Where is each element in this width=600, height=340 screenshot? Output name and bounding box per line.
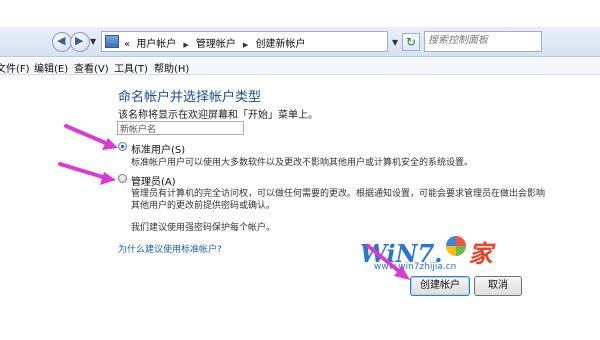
breadcrumb-manage-accounts[interactable]: 管理帐户 <box>196 39 236 50</box>
administrator-description-line2: 其他用户的更改前提供密码或确认。 <box>131 201 276 211</box>
history-dropdown-icon[interactable]: ▼ <box>90 37 96 46</box>
create-account-window: ◀ ▶ ▼ « 用户帐户 ▶ 管理帐户 ▶ 创建新帐户 ▼ ↻ 文件(F) 编辑(E… <box>0 0 600 340</box>
password-recommendation: 我们建议使用强密码保护每个帐户。 <box>131 223 276 233</box>
back-arrow-icon: ◀ <box>57 34 66 47</box>
page-title: 命名帐户并选择帐户类型 <box>118 90 262 105</box>
breadcrumb-separator-icon[interactable]: ▶ <box>183 41 188 49</box>
annotation-arrow-icon <box>58 162 116 185</box>
menu-view[interactable]: 查看(V) <box>74 60 109 75</box>
windows-logo-icon <box>446 236 466 256</box>
address-bar: ◀ ▶ ▼ « 用户帐户 ▶ 管理帐户 ▶ 创建新帐户 ▼ ↻ <box>0 27 600 57</box>
breadcrumb-user-accounts[interactable]: 用户帐户 <box>136 39 176 50</box>
breadcrumb-overflow-icon[interactable]: « <box>124 39 130 50</box>
account-name-field[interactable] <box>117 121 244 135</box>
search-box[interactable] <box>424 31 542 52</box>
back-button[interactable]: ◀ <box>52 32 72 52</box>
address-dropdown-icon[interactable]: ▼ <box>392 38 398 47</box>
menu-file[interactable]: 文件(F) <box>0 60 30 75</box>
annotation-arrow-icon <box>64 124 118 150</box>
annotation-arrow-icon <box>366 244 410 280</box>
standard-user-description: 标准帐户用户可以使用大多数软件以及更改不影响其他用户或计算机安全的系统设置。 <box>131 158 474 168</box>
breadcrumb-create-account[interactable]: 创建新帐户 <box>255 39 305 50</box>
page-subtitle: 该名称将显示在欢迎屏幕和「开始」菜单上。 <box>118 110 318 121</box>
breadcrumb-trail: « 用户帐户 ▶ 管理帐户 ▶ 创建新帐户 <box>124 35 308 50</box>
menu-tools[interactable]: 工具(T) <box>114 60 148 75</box>
standard-user-label[interactable]: 标准用户(S) <box>131 141 185 156</box>
forward-button[interactable]: ▶ <box>70 32 90 52</box>
why-standard-account-link[interactable]: 为什么建议使用标准帐户? <box>118 242 222 255</box>
menu-help[interactable]: 帮助(H) <box>154 60 189 75</box>
control-panel-icon <box>105 35 119 48</box>
breadcrumb-separator-icon[interactable]: ▶ <box>243 41 248 49</box>
menu-bar: 文件(F) 编辑(E) 查看(V) 工具(T) 帮助(H) <box>0 58 600 75</box>
cancel-button[interactable]: 取消 <box>474 276 522 296</box>
refresh-button[interactable]: ↻ <box>402 33 420 51</box>
menu-edit[interactable]: 编辑(E) <box>34 60 68 75</box>
forward-arrow-icon: ▶ <box>75 34 84 47</box>
breadcrumb[interactable]: « 用户帐户 ▶ 管理帐户 ▶ 创建新帐户 <box>101 31 388 52</box>
create-account-button[interactable]: 创建帐户 <box>410 276 470 296</box>
search-input[interactable] <box>428 35 540 46</box>
